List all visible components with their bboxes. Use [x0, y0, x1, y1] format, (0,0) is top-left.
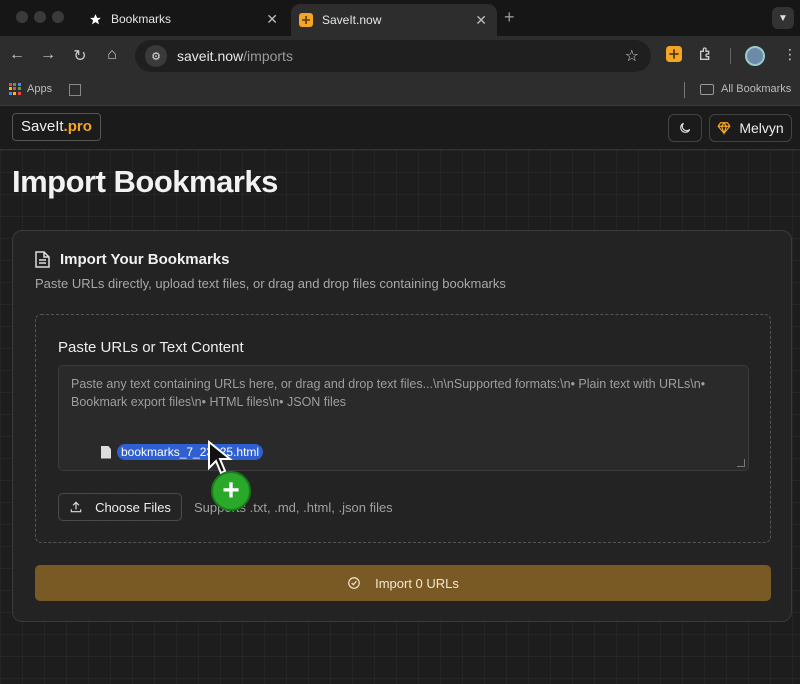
- all-bookmarks-folder[interactable]: All Bookmarks: [700, 83, 791, 95]
- profile-avatar[interactable]: [745, 46, 765, 66]
- url-text: saveit.now/imports: [177, 48, 293, 64]
- tab-title: Bookmarks: [111, 12, 172, 26]
- import-card: Import Your Bookmarks Paste URLs directl…: [12, 230, 792, 622]
- saveit-logo[interactable]: SaveIt.pro: [12, 113, 101, 141]
- reload-icon[interactable]: ↻: [70, 46, 90, 66]
- toolbar-divider: [730, 48, 731, 64]
- forward-arrow-icon[interactable]: →: [38, 46, 58, 64]
- user-menu-button[interactable]: Melvyn: [709, 114, 792, 142]
- more-menu-icon[interactable]: ⋮: [783, 46, 797, 63]
- apps-shortcut[interactable]: Apps: [9, 83, 52, 95]
- url-host: saveit.now: [177, 48, 244, 64]
- document-icon: [35, 251, 50, 268]
- file-dropzone[interactable]: Paste URLs or Text Content Paste any tex…: [35, 314, 771, 543]
- tab-title: SaveIt.now: [322, 13, 382, 27]
- apps-grid-icon: [9, 83, 21, 95]
- new-tab-icon[interactable]: +: [504, 7, 515, 28]
- chevron-down-icon[interactable]: ▼: [772, 7, 794, 29]
- browser-toolbar: ← → ↻ ⌂ ⚙ saveit.now/imports ☆: [0, 36, 800, 76]
- folder-icon: [700, 83, 714, 95]
- address-bar[interactable]: ⚙ saveit.now/imports ☆: [135, 40, 651, 72]
- close-window-dot[interactable]: [16, 11, 28, 23]
- url-path: /imports: [243, 48, 293, 64]
- dragged-file-name: bookmarks_7_23_25.html: [117, 444, 264, 460]
- tab-groups-icon[interactable]: [69, 84, 81, 96]
- app-header: SaveIt.pro Melvyn: [0, 106, 800, 150]
- star-icon: [88, 12, 102, 26]
- theme-toggle-button[interactable]: [668, 114, 702, 142]
- import-button-label: Import 0 URLs: [375, 575, 459, 591]
- site-settings-icon[interactable]: ⚙: [145, 45, 167, 67]
- gem-icon: [717, 121, 731, 135]
- home-icon[interactable]: ⌂: [102, 46, 122, 64]
- close-tab-icon[interactable]: ✕: [475, 12, 487, 29]
- copy-plus-icon: +: [211, 471, 251, 511]
- logo-suffix-text: .pro: [63, 118, 92, 135]
- card-heading: Import Your Bookmarks: [60, 251, 230, 268]
- bookmarks-bar: Apps All Bookmarks: [0, 76, 800, 106]
- dragged-file-ghost: bookmarks_7_23_25.html: [101, 444, 264, 460]
- file-icon: [101, 445, 111, 459]
- browser-tab-strip: Bookmarks ✕ SaveIt.now ✕ + ▼: [0, 0, 800, 36]
- resize-handle[interactable]: [737, 459, 745, 467]
- urls-textarea[interactable]: Paste any text containing URLs here, or …: [58, 365, 749, 471]
- back-arrow-icon[interactable]: ←: [7, 46, 27, 64]
- moon-icon: [680, 122, 691, 133]
- close-tab-icon[interactable]: ✕: [266, 11, 278, 28]
- textarea-placeholder: Paste any text containing URLs here, or …: [71, 377, 706, 409]
- app-content: SaveIt.pro Melvyn Import Bookmarks Impor…: [0, 106, 800, 684]
- bookmark-star-icon[interactable]: ☆: [625, 46, 639, 66]
- upload-icon: [70, 501, 82, 513]
- choose-files-button[interactable]: Choose Files: [58, 493, 182, 521]
- page-title: Import Bookmarks: [12, 164, 278, 199]
- choose-files-label: Choose Files: [95, 499, 171, 515]
- user-name: Melvyn: [739, 120, 784, 136]
- zoom-window-dot[interactable]: [52, 11, 64, 23]
- check-circle-icon: [348, 577, 360, 589]
- tab-bookmarks[interactable]: Bookmarks ✕: [80, 4, 288, 34]
- all-bookmarks-label: All Bookmarks: [721, 83, 792, 95]
- saveit-favicon-icon: [299, 13, 313, 27]
- logo-main-text: SaveIt: [21, 118, 64, 135]
- card-description: Paste URLs directly, upload text files, …: [35, 276, 506, 291]
- apps-label: Apps: [27, 83, 53, 95]
- tab-saveit[interactable]: SaveIt.now ✕: [291, 4, 497, 36]
- dropzone-label: Paste URLs or Text Content: [58, 339, 244, 356]
- card-heading-row: Import Your Bookmarks: [35, 251, 229, 268]
- import-urls-button[interactable]: Import 0 URLs: [35, 565, 771, 601]
- saveit-extension-icon[interactable]: [666, 46, 684, 64]
- extensions-puzzle-icon[interactable]: [698, 46, 716, 64]
- bookmarks-separator: [684, 82, 685, 98]
- minimize-window-dot[interactable]: [34, 11, 46, 23]
